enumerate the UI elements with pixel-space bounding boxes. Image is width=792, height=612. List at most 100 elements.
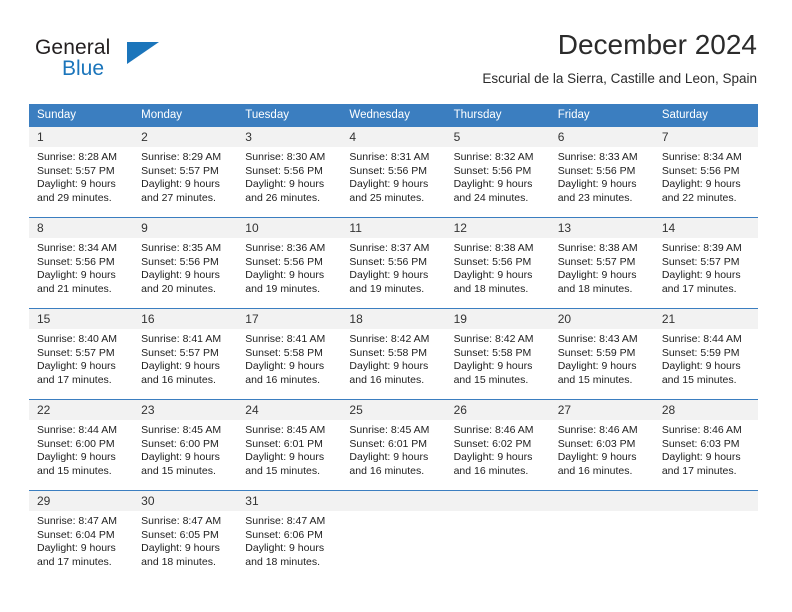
day-number: 9	[133, 218, 238, 238]
daylight-text-line2: and 17 minutes.	[37, 555, 112, 568]
sunset-text: Sunset: 5:57 PM	[37, 164, 115, 177]
daylight-text-line1: Daylight: 9 hours	[557, 360, 637, 373]
sunset-text: Sunset: 5:59 PM	[557, 346, 636, 359]
day-number: 15	[29, 309, 134, 329]
day-cell[interactable]: 18 Sunrise: 8:42 AM Sunset: 5:58 PM Dayligh…	[341, 308, 446, 400]
sunrise-text: Sunrise: 8:38 AM	[453, 242, 534, 254]
day-number: 21	[653, 309, 758, 329]
day-number: 14	[653, 218, 758, 238]
day-info: Sunrise: 8:31 AM Sunset: 5:56 PM Daylight:…	[341, 147, 445, 205]
day-cell[interactable]: 10 Sunrise: 8:36 AM Sunset: 5:56 PM Dayligh…	[237, 217, 342, 309]
day-cell[interactable]: 25 Sunrise: 8:45 AM Sunset: 6:01 PM Dayligh…	[341, 399, 446, 491]
day-cell[interactable]: 22 Sunrise: 8:44 AM Sunset: 6:00 PM Dayligh…	[29, 399, 134, 491]
day-cell[interactable]: 8 Sunrise: 8:34 AM Sunset: 5:56 PM Daylight…	[29, 217, 134, 309]
day-cell-empty	[653, 490, 758, 581]
sunrise-text: Sunrise: 8:35 AM	[141, 242, 222, 254]
sunrise-text: Sunrise: 8:46 AM	[661, 424, 742, 436]
day-cell[interactable]: 6 Sunrise: 8:33 AM Sunset: 5:56 PM Daylight…	[549, 127, 654, 218]
daylight-text-line1: Daylight: 9 hours	[661, 451, 741, 464]
day-info: Sunrise: 8:38 AM Sunset: 5:56 PM Daylight:…	[446, 238, 550, 296]
day-cell[interactable]: 1 Sunrise: 8:28 AM Sunset: 5:57 PM Daylight…	[29, 127, 134, 218]
day-cell[interactable]: 4 Sunrise: 8:31 AM Sunset: 5:56 PM Daylight…	[341, 127, 446, 218]
weekday-header-monday: Monday	[133, 104, 238, 127]
sunrise-text: Sunrise: 8:46 AM	[453, 424, 534, 436]
day-info: Sunrise: 8:29 AM Sunset: 5:57 PM Daylight:…	[133, 147, 237, 205]
calendar-body: 1 Sunrise: 8:28 AM Sunset: 5:57 PM Daylight…	[29, 127, 758, 581]
day-number: 18	[341, 309, 446, 329]
calendar-header-row: Sunday Monday Tuesday Wednesday Thursday…	[29, 104, 758, 127]
daylight-text-line1: Daylight: 9 hours	[557, 178, 637, 191]
day-cell[interactable]: 7 Sunrise: 8:34 AM Sunset: 5:56 PM Daylight…	[653, 127, 758, 218]
day-cell[interactable]: 19 Sunrise: 8:42 AM Sunset: 5:58 PM Dayligh…	[445, 308, 550, 400]
day-number: 25	[341, 400, 446, 420]
day-number: 3	[237, 127, 342, 147]
sunrise-text: Sunrise: 8:42 AM	[453, 333, 534, 345]
sunrise-text: Sunrise: 8:38 AM	[557, 242, 638, 254]
week-row: 22 Sunrise: 8:44 AM Sunset: 6:00 PM Dayligh…	[29, 399, 758, 491]
week-row: 1 Sunrise: 8:28 AM Sunset: 5:57 PM Daylight…	[29, 127, 758, 218]
day-info: Sunrise: 8:39 AM Sunset: 5:57 PM Daylight:…	[654, 238, 758, 296]
daylight-text-line2: and 15 minutes.	[245, 464, 320, 477]
calendar-table: Sunday Monday Tuesday Wednesday Thursday…	[29, 104, 758, 581]
day-info: Sunrise: 8:44 AM Sunset: 6:00 PM Daylight:…	[29, 420, 133, 478]
day-cell[interactable]: 21 Sunrise: 8:44 AM Sunset: 5:59 PM Dayligh…	[653, 308, 758, 400]
daylight-text-line1: Daylight: 9 hours	[141, 360, 220, 373]
sunset-text: Sunset: 6:06 PM	[245, 528, 323, 541]
daylight-text-line1: Daylight: 9 hours	[661, 269, 741, 282]
daylight-text-line2: and 29 minutes.	[37, 191, 112, 204]
sunrise-text: Sunrise: 8:34 AM	[661, 151, 742, 163]
daylight-text-line2: and 16 minutes.	[349, 464, 425, 477]
daylight-text-line1: Daylight: 9 hours	[37, 178, 116, 191]
day-cell[interactable]: 27 Sunrise: 8:46 AM Sunset: 6:03 PM Dayligh…	[549, 399, 654, 491]
sunset-text: Sunset: 5:56 PM	[453, 255, 532, 268]
daylight-text-line1: Daylight: 9 hours	[37, 542, 116, 555]
day-cell[interactable]: 12 Sunrise: 8:38 AM Sunset: 5:56 PM Dayligh…	[445, 217, 550, 309]
day-cell[interactable]: 15 Sunrise: 8:40 AM Sunset: 5:57 PM Dayligh…	[29, 308, 134, 400]
sunrise-text: Sunrise: 8:28 AM	[37, 151, 117, 163]
sunrise-text: Sunrise: 8:44 AM	[661, 333, 742, 345]
daylight-text-line2: and 17 minutes.	[661, 464, 737, 477]
daylight-text-line1: Daylight: 9 hours	[141, 178, 220, 191]
sunset-text: Sunset: 5:56 PM	[661, 164, 740, 177]
day-cell[interactable]: 3 Sunrise: 8:30 AM Sunset: 5:56 PM Daylight…	[237, 127, 342, 218]
day-cell[interactable]: 20 Sunrise: 8:43 AM Sunset: 5:59 PM Dayligh…	[549, 308, 654, 400]
sunset-text: Sunset: 5:56 PM	[453, 164, 532, 177]
daylight-text-line2: and 16 minutes.	[453, 464, 529, 477]
day-cell[interactable]: 13 Sunrise: 8:38 AM Sunset: 5:57 PM Dayligh…	[549, 217, 654, 309]
day-cell[interactable]: 30 Sunrise: 8:47 AM Sunset: 6:05 PM Dayligh…	[133, 490, 238, 581]
day-cell[interactable]: 11 Sunrise: 8:37 AM Sunset: 5:56 PM Dayligh…	[341, 217, 446, 309]
day-number	[445, 491, 550, 511]
sunrise-text: Sunrise: 8:34 AM	[37, 242, 117, 254]
day-number: 23	[133, 400, 238, 420]
week-row: 29 Sunrise: 8:47 AM Sunset: 6:04 PM Dayligh…	[29, 490, 758, 581]
day-cell[interactable]: 17 Sunrise: 8:41 AM Sunset: 5:58 PM Dayligh…	[237, 308, 342, 400]
day-info: Sunrise: 8:42 AM Sunset: 5:58 PM Daylight:…	[446, 329, 550, 387]
daylight-text-line2: and 16 minutes.	[245, 373, 320, 386]
day-cell[interactable]: 9 Sunrise: 8:35 AM Sunset: 5:56 PM Daylight…	[133, 217, 238, 309]
daylight-text-line1: Daylight: 9 hours	[349, 360, 429, 373]
daylight-text-line2: and 25 minutes.	[349, 191, 425, 204]
weekday-header-wednesday: Wednesday	[341, 104, 446, 127]
calendar-page: General Blue December 2024 Escurial de l…	[0, 0, 792, 612]
day-cell[interactable]: 14 Sunrise: 8:39 AM Sunset: 5:57 PM Dayligh…	[653, 217, 758, 309]
day-cell[interactable]: 29 Sunrise: 8:47 AM Sunset: 6:04 PM Dayligh…	[29, 490, 134, 581]
day-number: 1	[29, 127, 134, 147]
day-info: Sunrise: 8:32 AM Sunset: 5:56 PM Daylight:…	[446, 147, 550, 205]
daylight-text-line1: Daylight: 9 hours	[453, 451, 533, 464]
sunset-text: Sunset: 6:01 PM	[245, 437, 323, 450]
daylight-text-line1: Daylight: 9 hours	[37, 269, 116, 282]
day-cell[interactable]: 24 Sunrise: 8:45 AM Sunset: 6:01 PM Dayligh…	[237, 399, 342, 491]
day-number: 31	[237, 491, 342, 511]
day-cell[interactable]: 31 Sunrise: 8:47 AM Sunset: 6:06 PM Dayligh…	[237, 490, 342, 581]
day-cell[interactable]: 28 Sunrise: 8:46 AM Sunset: 6:03 PM Dayligh…	[653, 399, 758, 491]
day-cell[interactable]: 16 Sunrise: 8:41 AM Sunset: 5:57 PM Dayligh…	[133, 308, 238, 400]
daylight-text-line2: and 23 minutes.	[557, 191, 633, 204]
generalblue-logo[interactable]: General Blue	[35, 36, 215, 82]
day-cell[interactable]: 26 Sunrise: 8:46 AM Sunset: 6:02 PM Dayligh…	[445, 399, 550, 491]
daylight-text-line1: Daylight: 9 hours	[661, 178, 741, 191]
day-info: Sunrise: 8:46 AM Sunset: 6:02 PM Daylight:…	[446, 420, 550, 478]
day-cell[interactable]: 5 Sunrise: 8:32 AM Sunset: 5:56 PM Daylight…	[445, 127, 550, 218]
sunrise-text: Sunrise: 8:44 AM	[37, 424, 117, 436]
day-cell[interactable]: 23 Sunrise: 8:45 AM Sunset: 6:00 PM Dayligh…	[133, 399, 238, 491]
day-cell[interactable]: 2 Sunrise: 8:29 AM Sunset: 5:57 PM Daylight…	[133, 127, 238, 218]
